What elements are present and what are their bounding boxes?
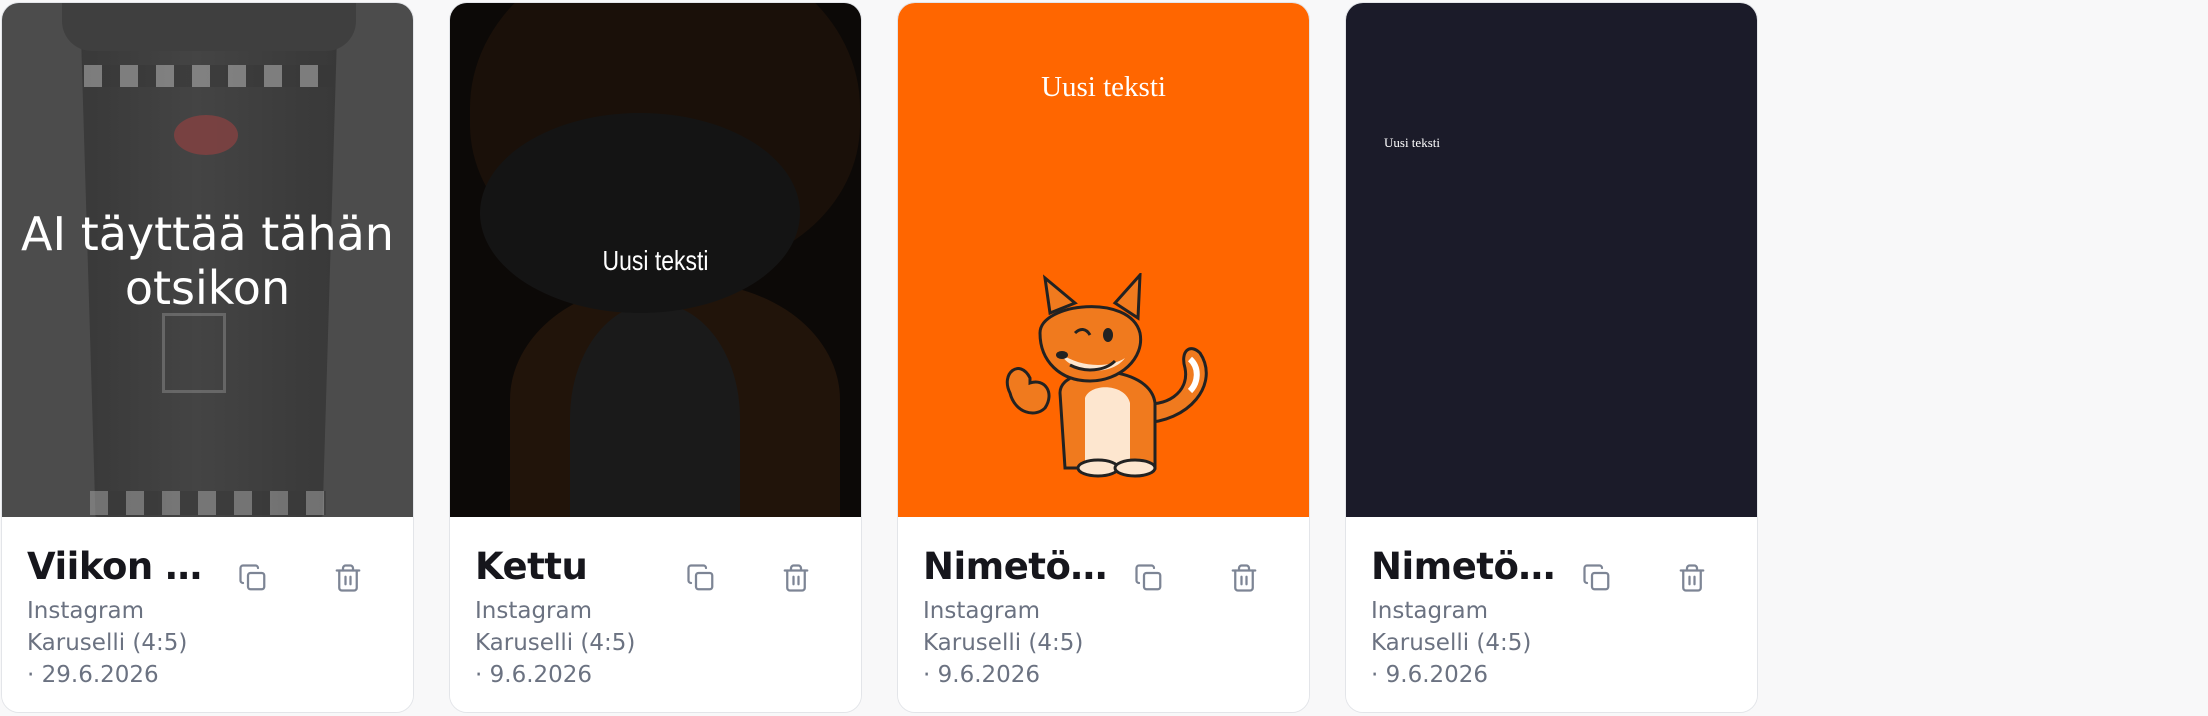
trash-icon (783, 564, 809, 592)
card-format: Karuselli (4:5) (1371, 630, 1532, 656)
preview-headline: AI täyttää tähän otsikon (21, 207, 394, 315)
delete-button[interactable] (325, 555, 371, 601)
preview-headline: Uusi teksti (1041, 71, 1166, 103)
duplicate-button[interactable] (1574, 555, 1620, 601)
copy-icon (239, 564, 266, 591)
design-card[interactable]: AI täyttää tähän otsikon Viikon t… Insta… (1, 2, 414, 713)
copy-icon (687, 564, 714, 591)
card-date: · 9.6.2026 (1371, 662, 1489, 688)
card-meta: Instagram Karuselli (4:5) · 29.6.2026 (27, 595, 187, 691)
duplicate-button[interactable] (1126, 555, 1172, 601)
card-platform: Instagram (475, 598, 593, 624)
card-info: Nimetö… Instagram Karuselli (4:5) · 9.6.… (1346, 517, 1757, 712)
card-date: · 29.6.2026 (27, 662, 159, 688)
card-date: · 9.6.2026 (475, 662, 593, 688)
delete-button[interactable] (773, 555, 819, 601)
design-thumbnail[interactable]: Uusi teksti (1346, 3, 1757, 517)
card-title[interactable]: Nimetö… (1371, 545, 1561, 588)
card-platform: Instagram (1371, 598, 1489, 624)
card-title[interactable]: Kettu (475, 545, 665, 588)
duplicate-button[interactable] (678, 555, 724, 601)
delete-button[interactable] (1669, 555, 1715, 601)
card-title[interactable]: Nimetö… (923, 545, 1113, 588)
delete-button[interactable] (1221, 555, 1267, 601)
copy-icon (1135, 564, 1162, 591)
fox-mascot-image (1005, 273, 1208, 478)
design-thumbnail[interactable]: Uusi teksti (450, 3, 861, 517)
preview-headline: Uusi teksti (602, 245, 709, 276)
design-card[interactable]: Uusi teksti Nimetö… Instagram Karuselli … (1345, 2, 1758, 713)
trash-icon (1679, 564, 1705, 592)
card-format: Karuselli (4:5) (475, 630, 636, 656)
card-meta: Instagram Karuselli (4:5) · 9.6.2026 (1371, 595, 1531, 691)
trash-icon (1231, 564, 1257, 592)
duplicate-button[interactable] (230, 555, 276, 601)
design-thumbnail[interactable]: Uusi teksti (898, 3, 1309, 517)
card-meta: Instagram Karuselli (4:5) · 9.6.2026 (923, 595, 1083, 691)
design-card[interactable]: Uusi teksti Nimetö… Instagram Karuselli … (897, 2, 1310, 713)
design-grid: AI täyttää tähän otsikon Viikon t… Insta… (0, 0, 2208, 716)
trash-icon (335, 564, 361, 592)
card-title[interactable]: Viikon t… (27, 545, 217, 588)
card-platform: Instagram (27, 598, 145, 624)
preview-headline: Uusi teksti (1384, 135, 1440, 150)
card-info: Viikon t… Instagram Karuselli (4:5) · 29… (2, 517, 413, 712)
card-meta: Instagram Karuselli (4:5) · 9.6.2026 (475, 595, 635, 691)
card-format: Karuselli (4:5) (27, 630, 188, 656)
design-thumbnail[interactable]: AI täyttää tähän otsikon (2, 3, 413, 517)
design-card[interactable]: Uusi teksti Kettu Instagram Karuselli (4… (449, 2, 862, 713)
card-date: · 9.6.2026 (923, 662, 1041, 688)
card-info: Nimetö… Instagram Karuselli (4:5) · 9.6.… (898, 517, 1309, 712)
copy-icon (1583, 564, 1610, 591)
card-format: Karuselli (4:5) (923, 630, 1084, 656)
card-info: Kettu Instagram Karuselli (4:5) · 9.6.20… (450, 517, 861, 712)
card-platform: Instagram (923, 598, 1041, 624)
